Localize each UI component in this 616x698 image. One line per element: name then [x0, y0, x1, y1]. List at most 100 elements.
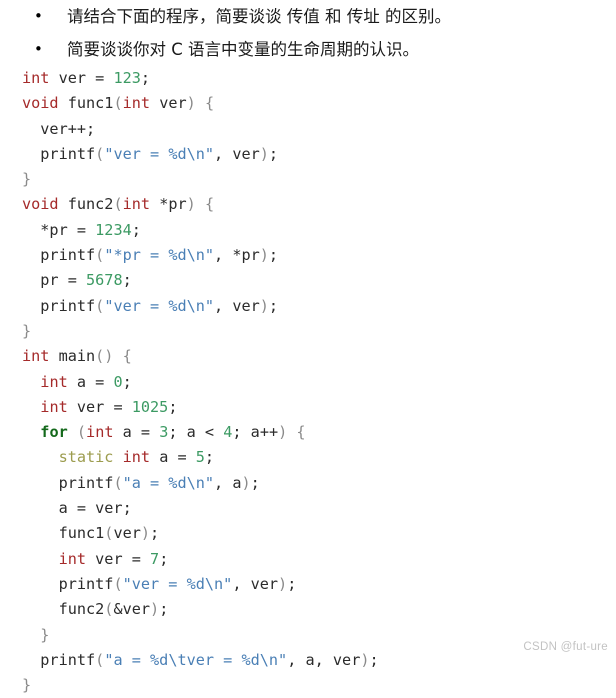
code-line: for (int a = 3; a < 4; a++) {	[0, 420, 616, 445]
code-token-punc: {	[204, 195, 215, 214]
code-token-plain: ;	[122, 372, 132, 391]
code-token-punc: (	[76, 423, 87, 442]
code-token-kw: int	[122, 94, 151, 113]
code-token-plain: ver =	[67, 397, 132, 416]
question-text: 请结合下面的程序，简要谈谈 传值 和 传址 的区别。	[67, 7, 451, 26]
code-token-plain: , ver	[214, 144, 260, 163]
code-token-plain: ver	[49, 69, 96, 87]
question-list: • 请结合下面的程序，简要谈谈 传值 和 传址 的区别。 • 简要谈谈你对 C 语言中…	[0, 0, 616, 66]
code-token-plain: printf	[22, 144, 96, 163]
code-token-plain: ;	[150, 524, 160, 543]
code-token-punc: {	[122, 347, 132, 366]
code-token-plain: func1	[22, 524, 105, 543]
code-token-punc: (	[95, 246, 105, 265]
code-token-punc: {	[204, 94, 215, 113]
code-token-plain: ver =	[86, 549, 151, 568]
code-token-punc: (	[95, 144, 105, 163]
code-token-plain: , a	[214, 473, 242, 492]
code-token-punc: }	[40, 625, 50, 644]
code-token-plain: printf	[22, 246, 96, 265]
code-line: static int a = 5;	[0, 445, 616, 470]
code-line: int ver = 7;	[0, 547, 616, 572]
page-root: { "questions": [ { "bullet": "\u2022", "…	[0, 0, 616, 694]
code-token-kw: int	[40, 372, 68, 391]
question-item: • 请结合下面的程序，简要谈谈 传值 和 传址 的区别。	[0, 0, 616, 33]
code-token-plain: a =	[67, 372, 114, 391]
code-token-str: "a = %d\n"	[122, 473, 215, 492]
code-token-plain: ;	[159, 549, 169, 568]
code-token-punc: (	[113, 94, 123, 113]
code-line: int ver = 123;	[0, 66, 616, 91]
code-line: *pr = 1234;	[0, 218, 616, 243]
code-line: a = ver;	[0, 496, 616, 521]
question-text: 简要谈谈你对 C 语言中变量的生命周期的认识。	[67, 40, 420, 59]
code-token-kw: int	[40, 397, 68, 416]
code-token-punc: )	[259, 296, 269, 315]
code-line: func2(&ver);	[0, 597, 616, 622]
code-line: void func2(int *pr) {	[0, 192, 616, 217]
code-token-plain: func2	[58, 195, 114, 214]
bullet-icon: •	[34, 40, 43, 58]
code-token-plain: func2	[22, 600, 105, 619]
code-token-plain: =	[95, 69, 114, 87]
code-token-plain: ;	[122, 271, 132, 290]
code-token-plain: ; a <	[168, 423, 224, 442]
code-line: pr = 5678;	[0, 268, 616, 293]
code-token-num: 1025	[131, 397, 169, 416]
code-token-plain: ;	[140, 69, 151, 87]
code-token-plain: printf	[22, 473, 114, 492]
code-token-punc: )	[186, 195, 196, 214]
code-line: }	[0, 319, 616, 344]
code-token-plain: *pr =	[22, 220, 96, 239]
code-token-punc: (	[113, 195, 123, 214]
code-token-punc: )	[150, 600, 160, 619]
code-token-plain: printf	[22, 574, 114, 593]
code-token-kw: int	[86, 423, 114, 442]
code-token-kw: int	[22, 347, 50, 366]
code-token-kw: int	[58, 549, 87, 568]
code-token-punc: )	[241, 473, 251, 492]
code-token-punc: }	[22, 170, 32, 189]
code-token-plain: ;	[287, 574, 297, 593]
code-token-plain: ;	[131, 220, 141, 239]
code-token-num: 5	[195, 448, 205, 467]
code-token-plain: a = ver;	[22, 499, 132, 518]
code-token-punc: )	[140, 524, 151, 543]
code-token-kw: int	[122, 195, 151, 214]
code-line: int main() {	[0, 344, 616, 369]
code-line: }	[0, 167, 616, 192]
code-line: func1(ver);	[0, 521, 616, 546]
code-token-punc: )	[186, 94, 196, 113]
code-token-num: 3	[159, 423, 169, 442]
code-token-str: "ver = %d\n"	[104, 296, 215, 315]
code-token-plain: a =	[113, 423, 160, 442]
watermark: CSDN @fut-ure	[523, 641, 608, 653]
code-token-plain: ;	[168, 397, 178, 416]
code-token-str: "ver = %d\n"	[104, 144, 215, 163]
code-token-plain: ;	[159, 600, 169, 619]
code-line: printf("ver = %d\n", ver);	[0, 142, 616, 167]
code-line: }	[0, 673, 616, 698]
code-token-plain: *pr	[150, 195, 187, 214]
code-token-plain: ; a++	[232, 423, 279, 442]
code-line: printf("a = %d\n", a);	[0, 471, 616, 496]
code-token-num: 123	[113, 69, 141, 87]
code-line: printf("ver = %d\n", ver);	[0, 572, 616, 597]
code-token-punc: (	[95, 296, 105, 315]
code-token-punc: (	[113, 473, 123, 492]
code-token-plain: pr =	[22, 271, 87, 290]
code-token-punc: {	[296, 423, 306, 442]
code-token-punc: }	[22, 321, 32, 340]
code-token-plain: ver++;	[22, 119, 96, 138]
code-token-punc: )	[259, 246, 269, 265]
question-item: • 简要谈谈你对 C 语言中变量的生命周期的认识。	[0, 33, 616, 66]
